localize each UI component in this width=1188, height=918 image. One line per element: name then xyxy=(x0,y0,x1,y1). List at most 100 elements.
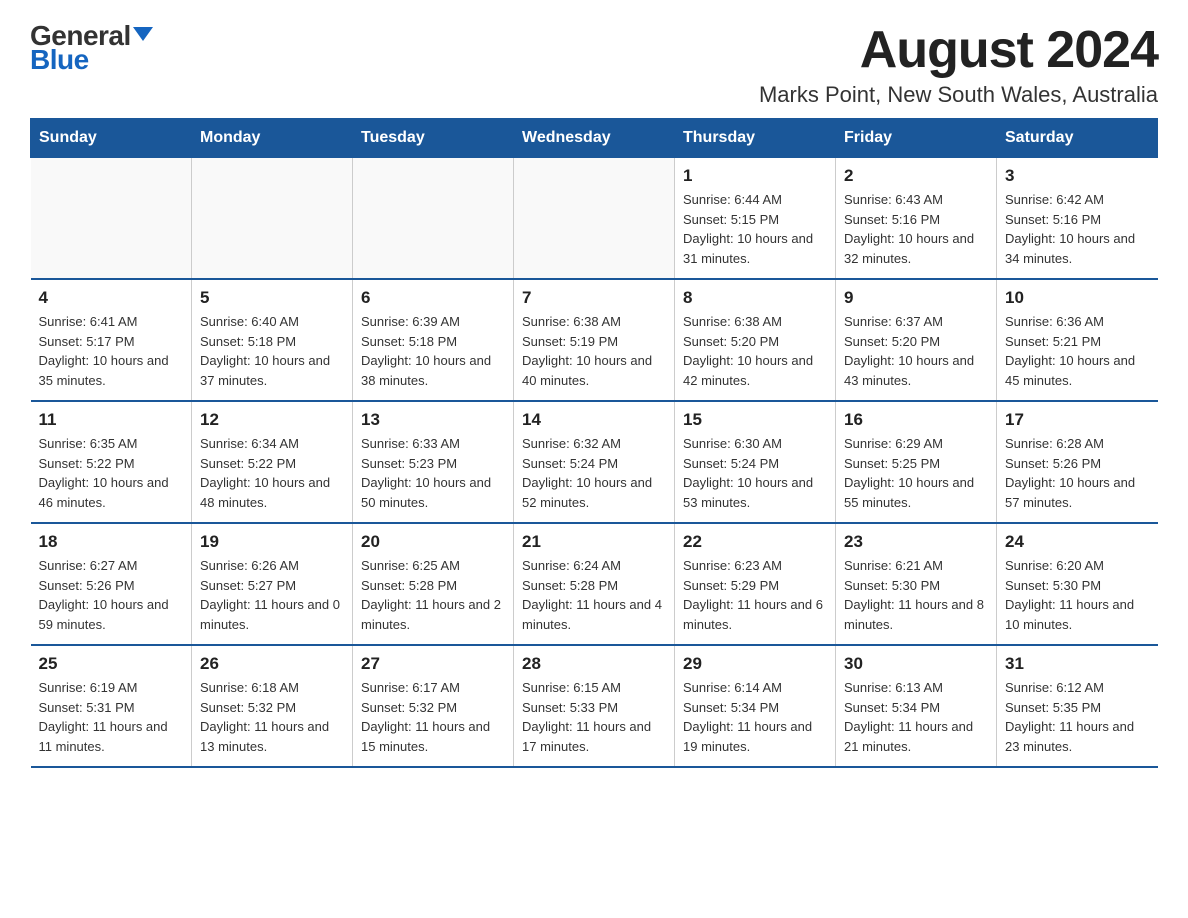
day-number: 6 xyxy=(361,288,505,308)
day-number: 22 xyxy=(683,532,827,552)
day-number: 4 xyxy=(39,288,184,308)
day-number: 31 xyxy=(1005,654,1150,674)
day-number: 12 xyxy=(200,410,344,430)
calendar-cell: 16Sunrise: 6:29 AMSunset: 5:25 PMDayligh… xyxy=(836,401,997,523)
day-info: Sunrise: 6:26 AMSunset: 5:27 PMDaylight:… xyxy=(200,556,344,634)
calendar-cell: 26 Sunrise: 6:18 AMSunset: 5:32 PMDayligh… xyxy=(192,645,353,767)
day-info: Sunrise: 6:42 AMSunset: 5:16 PMDaylight:… xyxy=(1005,190,1150,268)
day-info: Sunrise: 6:12 AMSunset: 5:35 PMDaylight:… xyxy=(1005,678,1150,756)
day-number: 27 xyxy=(361,654,505,674)
calendar-cell: 31 Sunrise: 6:12 AMSunset: 5:35 PMDayligh… xyxy=(997,645,1158,767)
calendar-cell: 22 Sunrise: 6:23 AMSunset: 5:29 PMDayligh… xyxy=(675,523,836,645)
day-number: 5 xyxy=(200,288,344,308)
calendar-cell: 14 Sunrise: 6:32 AMSunset: 5:24 PMDayligh… xyxy=(514,401,675,523)
day-number: 21 xyxy=(522,532,666,552)
day-number: 9 xyxy=(844,288,988,308)
day-number: 8 xyxy=(683,288,827,308)
day-number: 19 xyxy=(200,532,344,552)
day-info: Sunrise: 6:41 AMSunset: 5:17 PMDaylight:… xyxy=(39,312,184,390)
calendar-cell: 18 Sunrise: 6:27 AMSunset: 5:26 PMDayligh… xyxy=(31,523,192,645)
logo-triangle-icon xyxy=(133,27,153,41)
calendar-cell: 15Sunrise: 6:30 AMSunset: 5:24 PMDayligh… xyxy=(675,401,836,523)
day-info: Sunrise: 6:35 AMSunset: 5:22 PMDaylight:… xyxy=(39,434,184,512)
calendar-cell: 30 Sunrise: 6:13 AMSunset: 5:34 PMDayligh… xyxy=(836,645,997,767)
day-info: Sunrise: 6:24 AMSunset: 5:28 PMDaylight:… xyxy=(522,556,666,634)
day-number: 3 xyxy=(1005,166,1150,186)
day-number: 14 xyxy=(522,410,666,430)
calendar-week-row: 1 Sunrise: 6:44 AMSunset: 5:15 PMDaylight… xyxy=(31,158,1158,280)
day-number: 18 xyxy=(39,532,184,552)
day-info: Sunrise: 6:20 AMSunset: 5:30 PMDaylight:… xyxy=(1005,556,1150,634)
calendar-cell: 23 Sunrise: 6:21 AMSunset: 5:30 PMDayligh… xyxy=(836,523,997,645)
day-number: 26 xyxy=(200,654,344,674)
day-info: Sunrise: 6:40 AMSunset: 5:18 PMDaylight:… xyxy=(200,312,344,390)
calendar-cell: 29 Sunrise: 6:14 AMSunset: 5:34 PMDayligh… xyxy=(675,645,836,767)
column-header-sunday: Sunday xyxy=(31,119,192,158)
calendar-week-row: 18 Sunrise: 6:27 AMSunset: 5:26 PMDayligh… xyxy=(31,523,1158,645)
calendar-cell: 7 Sunrise: 6:38 AMSunset: 5:19 PMDaylight… xyxy=(514,279,675,401)
day-info: Sunrise: 6:23 AMSunset: 5:29 PMDaylight:… xyxy=(683,556,827,634)
day-info: Sunrise: 6:38 AMSunset: 5:19 PMDaylight:… xyxy=(522,312,666,390)
calendar-cell xyxy=(353,158,514,280)
column-header-thursday: Thursday xyxy=(675,119,836,158)
day-number: 29 xyxy=(683,654,827,674)
day-info: Sunrise: 6:25 AMSunset: 5:28 PMDaylight:… xyxy=(361,556,505,634)
calendar-cell: 8 Sunrise: 6:38 AMSunset: 5:20 PMDaylight… xyxy=(675,279,836,401)
day-number: 11 xyxy=(39,410,184,430)
column-header-tuesday: Tuesday xyxy=(353,119,514,158)
day-number: 10 xyxy=(1005,288,1150,308)
day-info: Sunrise: 6:13 AMSunset: 5:34 PMDaylight:… xyxy=(844,678,988,756)
calendar-cell: 9Sunrise: 6:37 AMSunset: 5:20 PMDaylight… xyxy=(836,279,997,401)
day-info: Sunrise: 6:38 AMSunset: 5:20 PMDaylight:… xyxy=(683,312,827,390)
calendar-cell xyxy=(31,158,192,280)
day-info: Sunrise: 6:18 AMSunset: 5:32 PMDaylight:… xyxy=(200,678,344,756)
day-info: Sunrise: 6:34 AMSunset: 5:22 PMDaylight:… xyxy=(200,434,344,512)
day-info: Sunrise: 6:32 AMSunset: 5:24 PMDaylight:… xyxy=(522,434,666,512)
logo: General Blue xyxy=(30,20,153,76)
day-number: 17 xyxy=(1005,410,1150,430)
day-number: 1 xyxy=(683,166,827,186)
day-info: Sunrise: 6:43 AMSunset: 5:16 PMDaylight:… xyxy=(844,190,988,268)
calendar-cell: 28Sunrise: 6:15 AMSunset: 5:33 PMDayligh… xyxy=(514,645,675,767)
day-number: 15 xyxy=(683,410,827,430)
day-info: Sunrise: 6:33 AMSunset: 5:23 PMDaylight:… xyxy=(361,434,505,512)
calendar-cell: 6Sunrise: 6:39 AMSunset: 5:18 PMDaylight… xyxy=(353,279,514,401)
calendar-week-row: 25Sunrise: 6:19 AMSunset: 5:31 PMDayligh… xyxy=(31,645,1158,767)
page-header: General Blue August 2024 Marks Point, Ne… xyxy=(30,20,1158,108)
calendar-cell: 1 Sunrise: 6:44 AMSunset: 5:15 PMDaylight… xyxy=(675,158,836,280)
calendar-cell xyxy=(192,158,353,280)
day-number: 25 xyxy=(39,654,184,674)
calendar-cell xyxy=(514,158,675,280)
column-header-monday: Monday xyxy=(192,119,353,158)
column-header-saturday: Saturday xyxy=(997,119,1158,158)
day-number: 24 xyxy=(1005,532,1150,552)
calendar-cell: 17Sunrise: 6:28 AMSunset: 5:26 PMDayligh… xyxy=(997,401,1158,523)
day-info: Sunrise: 6:27 AMSunset: 5:26 PMDaylight:… xyxy=(39,556,184,634)
calendar-cell: 27 Sunrise: 6:17 AMSunset: 5:32 PMDayligh… xyxy=(353,645,514,767)
day-number: 30 xyxy=(844,654,988,674)
calendar-cell: 11 Sunrise: 6:35 AMSunset: 5:22 PMDayligh… xyxy=(31,401,192,523)
calendar-week-row: 11 Sunrise: 6:35 AMSunset: 5:22 PMDayligh… xyxy=(31,401,1158,523)
logo-blue-text: Blue xyxy=(30,44,89,76)
day-info: Sunrise: 6:36 AMSunset: 5:21 PMDaylight:… xyxy=(1005,312,1150,390)
calendar-week-row: 4 Sunrise: 6:41 AMSunset: 5:17 PMDaylight… xyxy=(31,279,1158,401)
month-title: August 2024 xyxy=(759,20,1158,80)
day-number: 23 xyxy=(844,532,988,552)
day-number: 13 xyxy=(361,410,505,430)
calendar-cell: 2 Sunrise: 6:43 AMSunset: 5:16 PMDaylight… xyxy=(836,158,997,280)
day-info: Sunrise: 6:44 AMSunset: 5:15 PMDaylight:… xyxy=(683,190,827,268)
day-info: Sunrise: 6:29 AMSunset: 5:25 PMDaylight:… xyxy=(844,434,988,512)
calendar-cell: 5 Sunrise: 6:40 AMSunset: 5:18 PMDaylight… xyxy=(192,279,353,401)
day-info: Sunrise: 6:17 AMSunset: 5:32 PMDaylight:… xyxy=(361,678,505,756)
calendar-cell: 10 Sunrise: 6:36 AMSunset: 5:21 PMDayligh… xyxy=(997,279,1158,401)
day-info: Sunrise: 6:14 AMSunset: 5:34 PMDaylight:… xyxy=(683,678,827,756)
calendar-cell: 4 Sunrise: 6:41 AMSunset: 5:17 PMDaylight… xyxy=(31,279,192,401)
day-info: Sunrise: 6:15 AMSunset: 5:33 PMDaylight:… xyxy=(522,678,666,756)
day-info: Sunrise: 6:21 AMSunset: 5:30 PMDaylight:… xyxy=(844,556,988,634)
calendar-cell: 20Sunrise: 6:25 AMSunset: 5:28 PMDayligh… xyxy=(353,523,514,645)
day-number: 7 xyxy=(522,288,666,308)
calendar-cell: 25Sunrise: 6:19 AMSunset: 5:31 PMDayligh… xyxy=(31,645,192,767)
title-block: August 2024 Marks Point, New South Wales… xyxy=(759,20,1158,108)
calendar-table: SundayMondayTuesdayWednesdayThursdayFrid… xyxy=(30,118,1158,768)
day-number: 2 xyxy=(844,166,988,186)
